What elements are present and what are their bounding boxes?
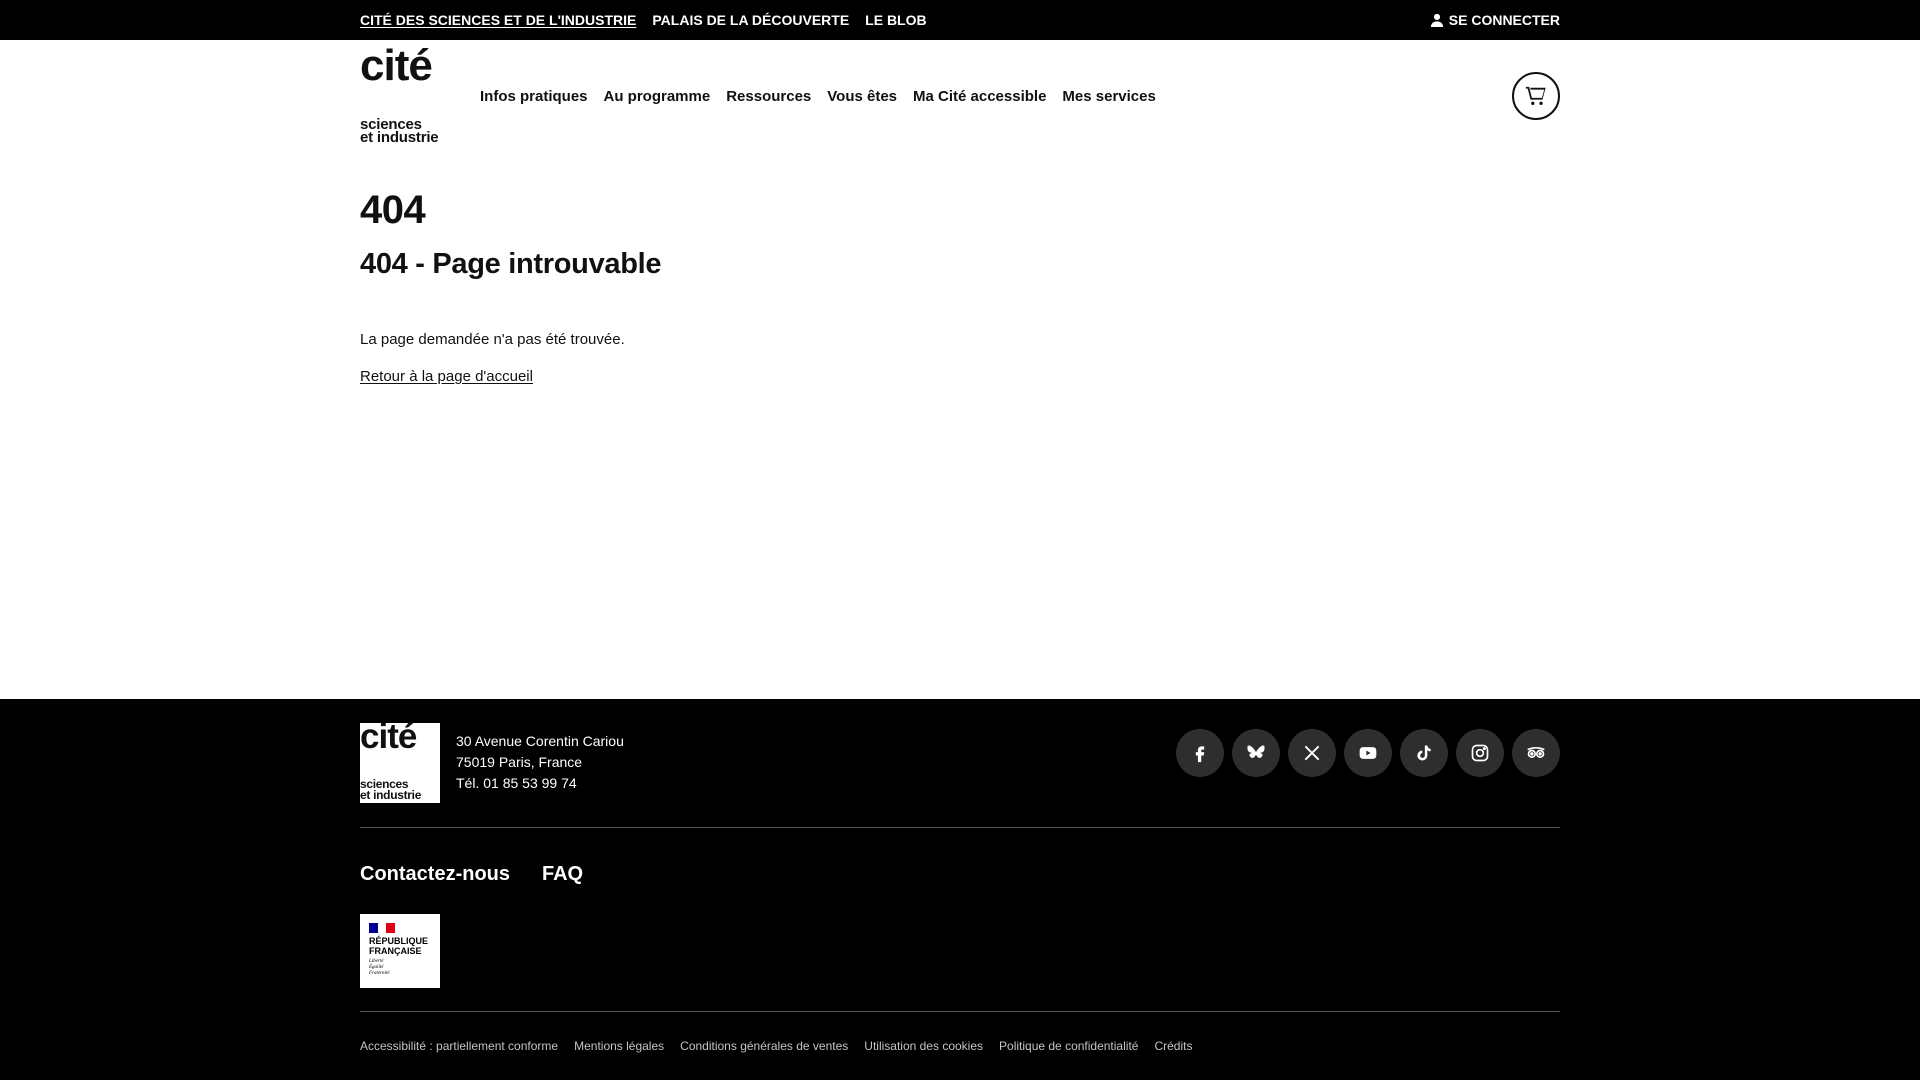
user-icon — [1430, 13, 1443, 27]
youtube-link[interactable] — [1344, 729, 1392, 777]
tripadvisor-icon — [1527, 746, 1545, 758]
error-message: La page demandée n'a pas été trouvée. — [360, 331, 625, 348]
login-label: SE CONNECTER — [1448, 12, 1560, 28]
x-link[interactable] — [1288, 729, 1336, 777]
footer-logo-text-subtitle: sciences et industrie — [360, 778, 422, 802]
tiktok-icon — [1417, 745, 1431, 761]
site-logo[interactable]: cité sciences et industrie — [360, 44, 444, 146]
nav-item-mes-services[interactable]: Mes services — [1062, 88, 1155, 105]
home-link[interactable]: Retour à la page d'accueil — [360, 368, 533, 385]
nav-item-ressources[interactable]: Ressources — [726, 88, 811, 105]
cart-icon — [1525, 86, 1546, 105]
cart-button[interactable] — [1512, 72, 1560, 120]
nav-item-infos-pratiques[interactable]: Infos pratiques — [480, 88, 588, 105]
footer-logo-text-industrie: et industrie — [360, 788, 422, 802]
topbar-link-cite[interactable]: CITÉ DES SCIENCES ET DE L'INDUSTRIE — [360, 12, 636, 28]
site-switcher: CITÉ DES SCIENCES ET DE L'INDUSTRIE PALA… — [360, 12, 927, 28]
footer-logo-text-cite: cité — [360, 723, 417, 756]
legal-link-cgv[interactable]: Conditions générales de ventes — [680, 1039, 848, 1053]
logo-text-subtitle: sciences et industrie — [360, 117, 439, 146]
instagram-link[interactable] — [1456, 729, 1504, 777]
motto-fraternite: Fraternité — [369, 971, 390, 976]
facebook-icon — [1195, 746, 1205, 763]
tripadvisor-link[interactable] — [1512, 729, 1560, 777]
republique-motto: Liberté Égalité Fraternité — [369, 959, 431, 977]
logo-text-industrie: et industrie — [360, 129, 439, 146]
logo-text-cite: cité — [360, 41, 433, 90]
motto-liberte: Liberté — [369, 959, 384, 964]
page-title: 404 — [360, 188, 426, 232]
republique-text: RÉPUBLIQUE FRANÇAISE — [369, 936, 431, 956]
republique-francaise-logo: RÉPUBLIQUE FRANÇAISE Liberté Égalité Fra… — [360, 914, 440, 988]
login-button[interactable]: SE CONNECTER — [1430, 12, 1560, 28]
footer-divider-top — [360, 827, 1560, 828]
top-bar: CITÉ DES SCIENCES ET DE L'INDUSTRIE PALA… — [0, 0, 1920, 40]
tiktok-link[interactable] — [1400, 729, 1448, 777]
republique-line2: FRANÇAISE — [369, 946, 422, 956]
nav-item-vous-etes[interactable]: Vous êtes — [827, 88, 897, 105]
french-flag-icon — [369, 923, 396, 933]
address-city: 75019 Paris, France — [456, 754, 583, 770]
facebook-link[interactable] — [1176, 729, 1224, 777]
bluesky-icon — [1247, 745, 1265, 759]
footer-logo[interactable]: cité sciences et industrie — [360, 723, 440, 803]
main-nav: Infos pratiques Au programme Ressources … — [480, 88, 1156, 105]
footer-top: cité sciences et industrie 30 Avenue Cor… — [360, 723, 1560, 803]
footer: cité sciences et industrie 30 Avenue Cor… — [0, 699, 1920, 1080]
footer-divider-bottom — [360, 1011, 1560, 1012]
legal-link-mentions[interactable]: Mentions légales — [574, 1039, 664, 1053]
social-links — [1176, 729, 1560, 777]
page-subtitle: 404 - Page introuvable — [360, 248, 662, 280]
nav-item-au-programme[interactable]: Au programme — [604, 88, 711, 105]
legal-links: Accessibilité : partiellement conforme M… — [360, 1039, 1192, 1053]
legal-link-privacy[interactable]: Politique de confidentialité — [999, 1039, 1138, 1053]
topbar-link-palais[interactable]: PALAIS DE LA DÉCOUVERTE — [652, 12, 849, 28]
address-street: 30 Avenue Corentin Cariou — [456, 733, 624, 749]
nav-item-ma-cite-accessible[interactable]: Ma Cité accessible — [913, 88, 1046, 105]
legal-link-credits[interactable]: Crédits — [1154, 1039, 1192, 1053]
bluesky-link[interactable] — [1232, 729, 1280, 777]
legal-link-cookies[interactable]: Utilisation des cookies — [864, 1039, 983, 1053]
youtube-icon — [1359, 747, 1377, 759]
republique-line1: RÉPUBLIQUE — [369, 936, 429, 946]
faq-link[interactable]: FAQ — [542, 863, 583, 886]
topbar-link-blob[interactable]: LE BLOB — [865, 12, 926, 28]
address-phone: Tél. 01 85 53 99 74 — [456, 775, 577, 791]
footer-address: 30 Avenue Corentin Cariou 75019 Paris, F… — [456, 731, 624, 794]
legal-link-accessibility[interactable]: Accessibilité : partiellement conforme — [360, 1039, 558, 1053]
motto-egalite: Égalité — [369, 965, 384, 970]
instagram-icon — [1471, 744, 1489, 762]
footer-links: Contactez-nous FAQ — [360, 863, 583, 886]
x-icon — [1304, 745, 1320, 761]
contact-link[interactable]: Contactez-nous — [360, 863, 510, 886]
